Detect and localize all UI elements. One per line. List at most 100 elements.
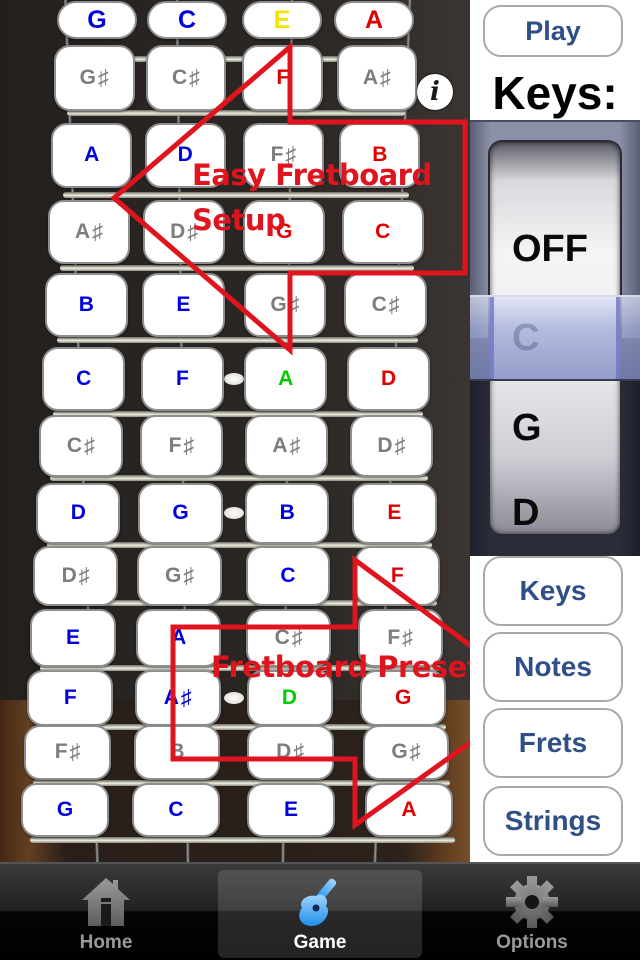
- note-label: C: [375, 220, 391, 243]
- note-key[interactable]: A ♯: [336, 45, 418, 111]
- note-key[interactable]: A ♯: [48, 199, 130, 265]
- note-key[interactable]: A: [365, 783, 453, 837]
- note-key[interactable]: G: [57, 1, 137, 39]
- info-icon[interactable]: i: [417, 74, 453, 110]
- play-button[interactable]: Play: [483, 5, 623, 57]
- note-label: A: [74, 220, 91, 243]
- note-key[interactable]: F: [27, 669, 114, 727]
- note-label: D: [70, 501, 86, 524]
- note-key[interactable]: A: [136, 609, 222, 667]
- frets-button[interactable]: Frets: [483, 708, 623, 778]
- fretboard-neck: G C E A G ♯ C ♯ F A ♯ A D F ♯ B A ♯ D ♯ G C B E G ♯ C ♯ C F A D C ♯ F ♯ A ♯ D ♯…: [0, 0, 470, 862]
- note-key[interactable]: C: [132, 783, 220, 837]
- tab-game[interactable]: Game: [218, 870, 422, 958]
- sharp-symbol: ♯: [78, 563, 90, 588]
- note-label: E: [283, 798, 298, 821]
- note-key[interactable]: F: [140, 347, 224, 411]
- tab-options-label: Options: [496, 932, 568, 953]
- note-label: G: [56, 798, 74, 821]
- note-key[interactable]: G: [138, 482, 223, 544]
- setup-annotation-line1: Easy Fretboard: [192, 158, 432, 192]
- notes-button-label: Notes: [514, 651, 592, 682]
- note-key[interactable]: G: [21, 783, 109, 837]
- note-label: A: [84, 143, 100, 166]
- note-label: B: [279, 501, 295, 524]
- note-label: G: [270, 293, 287, 316]
- keys-button[interactable]: Keys: [483, 556, 623, 626]
- note-label: A: [272, 434, 288, 457]
- note-key[interactable]: E: [242, 1, 322, 39]
- fret-inlay-dot: [223, 692, 244, 704]
- note-key[interactable]: G ♯: [243, 273, 327, 337]
- selection-edge-left: [490, 297, 494, 379]
- sharp-symbol: ♯: [379, 65, 391, 90]
- note-key[interactable]: A: [334, 1, 414, 39]
- picker-item-off[interactable]: OFF: [512, 228, 588, 271]
- note-key[interactable]: A ♯: [134, 669, 221, 727]
- note-key[interactable]: D ♯: [246, 724, 334, 780]
- keys-button-label: Keys: [519, 575, 587, 606]
- key-picker[interactable]: OFF C G D: [470, 120, 640, 556]
- note-key[interactable]: C: [245, 546, 331, 606]
- note-key[interactable]: D: [347, 347, 431, 411]
- note-key[interactable]: E: [352, 482, 437, 544]
- tab-home[interactable]: Home: [4, 870, 208, 958]
- note-label: A: [171, 626, 187, 649]
- note-key[interactable]: B: [133, 724, 221, 780]
- note-label: A: [163, 686, 179, 709]
- presets-annotation: Fretboard Presets: [211, 650, 497, 684]
- note-key[interactable]: C ♯: [145, 45, 227, 111]
- note-label: G: [172, 501, 189, 524]
- sharp-symbol: ♯: [293, 739, 305, 764]
- sharp-symbol: ♯: [189, 65, 201, 90]
- note-key[interactable]: G ♯: [54, 45, 135, 111]
- note-key[interactable]: A: [244, 347, 328, 411]
- note-key[interactable]: D ♯: [349, 414, 434, 478]
- tab-options[interactable]: Options: [430, 870, 634, 958]
- note-key[interactable]: G ♯: [137, 546, 223, 606]
- note-key[interactable]: G ♯: [362, 724, 450, 780]
- picker-item-d[interactable]: D: [512, 492, 539, 534]
- note-key[interactable]: A ♯: [244, 414, 329, 478]
- note-key[interactable]: A: [51, 122, 133, 188]
- note-label: C: [66, 434, 83, 457]
- note-key[interactable]: B: [45, 273, 128, 337]
- note-label: B: [78, 293, 94, 316]
- note-label: D: [61, 564, 77, 587]
- note-key[interactable]: F: [354, 546, 440, 606]
- note-key[interactable]: E: [142, 273, 225, 337]
- tab-bar: Home Game Options: [0, 862, 640, 960]
- picker-item-g[interactable]: G: [512, 407, 542, 450]
- note-label: G: [79, 66, 96, 89]
- note-key[interactable]: C: [42, 347, 126, 411]
- guitar-icon: [299, 878, 337, 926]
- notes-button[interactable]: Notes: [483, 632, 623, 702]
- sharp-symbol: ♯: [98, 65, 109, 90]
- note-key[interactable]: F ♯: [139, 414, 224, 478]
- note-label: F: [390, 564, 404, 587]
- note-key[interactable]: C ♯: [39, 414, 123, 478]
- note-label: F: [63, 686, 77, 709]
- note-label: F: [175, 367, 189, 390]
- note-key[interactable]: C: [147, 1, 227, 39]
- note-key[interactable]: E: [30, 609, 116, 667]
- note-key[interactable]: D: [36, 482, 121, 544]
- note-key[interactable]: D ♯: [33, 546, 119, 606]
- note-label: G: [164, 564, 182, 587]
- fret-wire: [56, 337, 419, 343]
- note-label: D: [177, 143, 193, 166]
- picker-selection-indicator: [470, 295, 640, 381]
- sharp-symbol: ♯: [69, 739, 81, 764]
- note-label: A: [278, 367, 294, 390]
- note-label: F: [54, 740, 68, 763]
- note-key[interactable]: E: [247, 783, 335, 837]
- note-key[interactable]: F: [242, 45, 324, 111]
- note-key[interactable]: C ♯: [344, 273, 427, 337]
- strings-button[interactable]: Strings: [483, 786, 623, 856]
- note-label: F: [387, 626, 401, 649]
- fret-inlay-dot: [224, 373, 245, 385]
- note-key[interactable]: F ♯: [24, 724, 111, 780]
- note-key[interactable]: B: [245, 482, 330, 544]
- note-key[interactable]: C: [341, 199, 424, 265]
- note-label: A: [362, 66, 378, 89]
